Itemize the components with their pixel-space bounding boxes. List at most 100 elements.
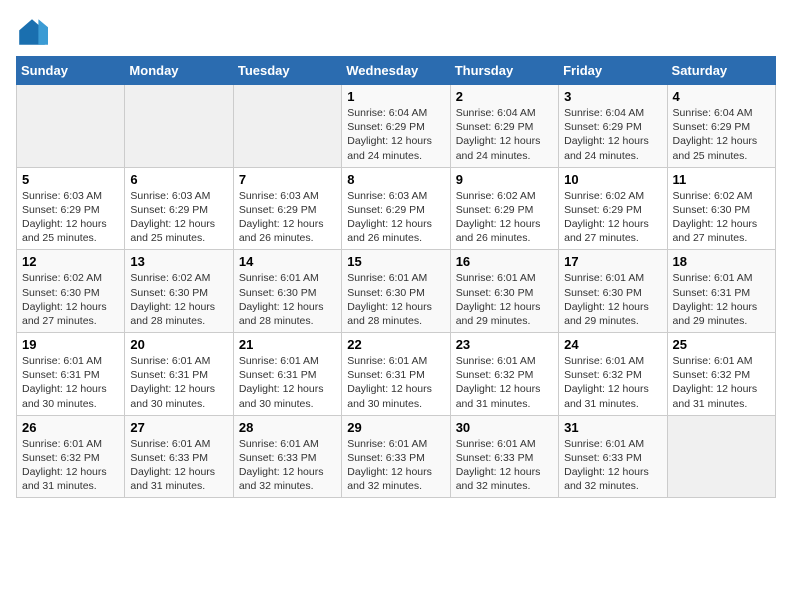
calendar-cell [125,85,233,168]
day-info: Sunrise: 6:02 AM Sunset: 6:30 PM Dayligh… [130,271,227,328]
day-number: 23 [456,337,553,352]
day-info: Sunrise: 6:01 AM Sunset: 6:33 PM Dayligh… [347,437,444,494]
day-number: 11 [673,172,770,187]
day-number: 22 [347,337,444,352]
day-info: Sunrise: 6:04 AM Sunset: 6:29 PM Dayligh… [564,106,661,163]
day-info: Sunrise: 6:01 AM Sunset: 6:33 PM Dayligh… [456,437,553,494]
calendar-cell: 10 Sunrise: 6:02 AM Sunset: 6:29 PM Dayl… [559,167,667,250]
logo-icon [16,16,48,48]
day-number: 29 [347,420,444,435]
calendar-cell: 16 Sunrise: 6:01 AM Sunset: 6:30 PM Dayl… [450,250,558,333]
week-row-1: 5 Sunrise: 6:03 AM Sunset: 6:29 PM Dayli… [17,167,776,250]
day-number: 7 [239,172,336,187]
calendar-cell: 1 Sunrise: 6:04 AM Sunset: 6:29 PM Dayli… [342,85,450,168]
calendar-cell: 23 Sunrise: 6:01 AM Sunset: 6:32 PM Dayl… [450,333,558,416]
day-number: 25 [673,337,770,352]
day-number: 27 [130,420,227,435]
calendar-cell: 7 Sunrise: 6:03 AM Sunset: 6:29 PM Dayli… [233,167,341,250]
day-info: Sunrise: 6:03 AM Sunset: 6:29 PM Dayligh… [22,189,119,246]
day-info: Sunrise: 6:01 AM Sunset: 6:30 PM Dayligh… [456,271,553,328]
calendar-cell: 24 Sunrise: 6:01 AM Sunset: 6:32 PM Dayl… [559,333,667,416]
logo [16,16,52,48]
day-number: 10 [564,172,661,187]
day-number: 8 [347,172,444,187]
calendar-cell: 4 Sunrise: 6:04 AM Sunset: 6:29 PM Dayli… [667,85,775,168]
day-info: Sunrise: 6:01 AM Sunset: 6:31 PM Dayligh… [673,271,770,328]
day-info: Sunrise: 6:03 AM Sunset: 6:29 PM Dayligh… [130,189,227,246]
day-info: Sunrise: 6:01 AM Sunset: 6:32 PM Dayligh… [456,354,553,411]
day-info: Sunrise: 6:01 AM Sunset: 6:31 PM Dayligh… [22,354,119,411]
calendar-cell: 17 Sunrise: 6:01 AM Sunset: 6:30 PM Dayl… [559,250,667,333]
day-info: Sunrise: 6:01 AM Sunset: 6:33 PM Dayligh… [130,437,227,494]
day-number: 3 [564,89,661,104]
day-info: Sunrise: 6:01 AM Sunset: 6:32 PM Dayligh… [22,437,119,494]
day-number: 26 [22,420,119,435]
day-number: 16 [456,254,553,269]
day-number: 2 [456,89,553,104]
day-number: 31 [564,420,661,435]
day-info: Sunrise: 6:01 AM Sunset: 6:33 PM Dayligh… [239,437,336,494]
day-number: 4 [673,89,770,104]
day-number: 9 [456,172,553,187]
calendar-cell: 13 Sunrise: 6:02 AM Sunset: 6:30 PM Dayl… [125,250,233,333]
page-header [16,16,776,48]
calendar-cell: 6 Sunrise: 6:03 AM Sunset: 6:29 PM Dayli… [125,167,233,250]
day-info: Sunrise: 6:01 AM Sunset: 6:31 PM Dayligh… [239,354,336,411]
header-tuesday: Tuesday [233,57,341,85]
calendar-cell: 31 Sunrise: 6:01 AM Sunset: 6:33 PM Dayl… [559,415,667,498]
day-info: Sunrise: 6:03 AM Sunset: 6:29 PM Dayligh… [239,189,336,246]
week-row-3: 19 Sunrise: 6:01 AM Sunset: 6:31 PM Dayl… [17,333,776,416]
day-number: 19 [22,337,119,352]
calendar-cell: 18 Sunrise: 6:01 AM Sunset: 6:31 PM Dayl… [667,250,775,333]
calendar-cell: 2 Sunrise: 6:04 AM Sunset: 6:29 PM Dayli… [450,85,558,168]
header-thursday: Thursday [450,57,558,85]
day-info: Sunrise: 6:01 AM Sunset: 6:31 PM Dayligh… [130,354,227,411]
day-info: Sunrise: 6:04 AM Sunset: 6:29 PM Dayligh… [347,106,444,163]
calendar-cell: 15 Sunrise: 6:01 AM Sunset: 6:30 PM Dayl… [342,250,450,333]
day-number: 1 [347,89,444,104]
calendar-cell: 26 Sunrise: 6:01 AM Sunset: 6:32 PM Dayl… [17,415,125,498]
day-number: 13 [130,254,227,269]
header-sunday: Sunday [17,57,125,85]
calendar-cell: 8 Sunrise: 6:03 AM Sunset: 6:29 PM Dayli… [342,167,450,250]
day-number: 12 [22,254,119,269]
day-number: 28 [239,420,336,435]
calendar-header: SundayMondayTuesdayWednesdayThursdayFrid… [17,57,776,85]
day-info: Sunrise: 6:02 AM Sunset: 6:29 PM Dayligh… [456,189,553,246]
day-info: Sunrise: 6:02 AM Sunset: 6:30 PM Dayligh… [673,189,770,246]
day-number: 21 [239,337,336,352]
calendar-cell: 9 Sunrise: 6:02 AM Sunset: 6:29 PM Dayli… [450,167,558,250]
calendar-body: 1 Sunrise: 6:04 AM Sunset: 6:29 PM Dayli… [17,85,776,498]
calendar-cell: 27 Sunrise: 6:01 AM Sunset: 6:33 PM Dayl… [125,415,233,498]
calendar-cell [17,85,125,168]
day-info: Sunrise: 6:01 AM Sunset: 6:32 PM Dayligh… [564,354,661,411]
day-info: Sunrise: 6:01 AM Sunset: 6:30 PM Dayligh… [564,271,661,328]
day-number: 14 [239,254,336,269]
header-saturday: Saturday [667,57,775,85]
calendar-cell: 22 Sunrise: 6:01 AM Sunset: 6:31 PM Dayl… [342,333,450,416]
day-number: 30 [456,420,553,435]
day-info: Sunrise: 6:01 AM Sunset: 6:30 PM Dayligh… [347,271,444,328]
calendar-cell: 12 Sunrise: 6:02 AM Sunset: 6:30 PM Dayl… [17,250,125,333]
day-info: Sunrise: 6:01 AM Sunset: 6:33 PM Dayligh… [564,437,661,494]
day-info: Sunrise: 6:04 AM Sunset: 6:29 PM Dayligh… [456,106,553,163]
day-number: 5 [22,172,119,187]
calendar-cell: 14 Sunrise: 6:01 AM Sunset: 6:30 PM Dayl… [233,250,341,333]
calendar-cell: 5 Sunrise: 6:03 AM Sunset: 6:29 PM Dayli… [17,167,125,250]
week-row-4: 26 Sunrise: 6:01 AM Sunset: 6:32 PM Dayl… [17,415,776,498]
calendar-cell: 19 Sunrise: 6:01 AM Sunset: 6:31 PM Dayl… [17,333,125,416]
day-info: Sunrise: 6:01 AM Sunset: 6:32 PM Dayligh… [673,354,770,411]
day-number: 20 [130,337,227,352]
day-info: Sunrise: 6:01 AM Sunset: 6:30 PM Dayligh… [239,271,336,328]
day-number: 17 [564,254,661,269]
calendar-cell: 11 Sunrise: 6:02 AM Sunset: 6:30 PM Dayl… [667,167,775,250]
day-number: 24 [564,337,661,352]
day-info: Sunrise: 6:01 AM Sunset: 6:31 PM Dayligh… [347,354,444,411]
day-info: Sunrise: 6:02 AM Sunset: 6:29 PM Dayligh… [564,189,661,246]
calendar-cell [667,415,775,498]
calendar-cell: 20 Sunrise: 6:01 AM Sunset: 6:31 PM Dayl… [125,333,233,416]
day-info: Sunrise: 6:02 AM Sunset: 6:30 PM Dayligh… [22,271,119,328]
calendar-cell: 30 Sunrise: 6:01 AM Sunset: 6:33 PM Dayl… [450,415,558,498]
day-info: Sunrise: 6:04 AM Sunset: 6:29 PM Dayligh… [673,106,770,163]
calendar-cell [233,85,341,168]
